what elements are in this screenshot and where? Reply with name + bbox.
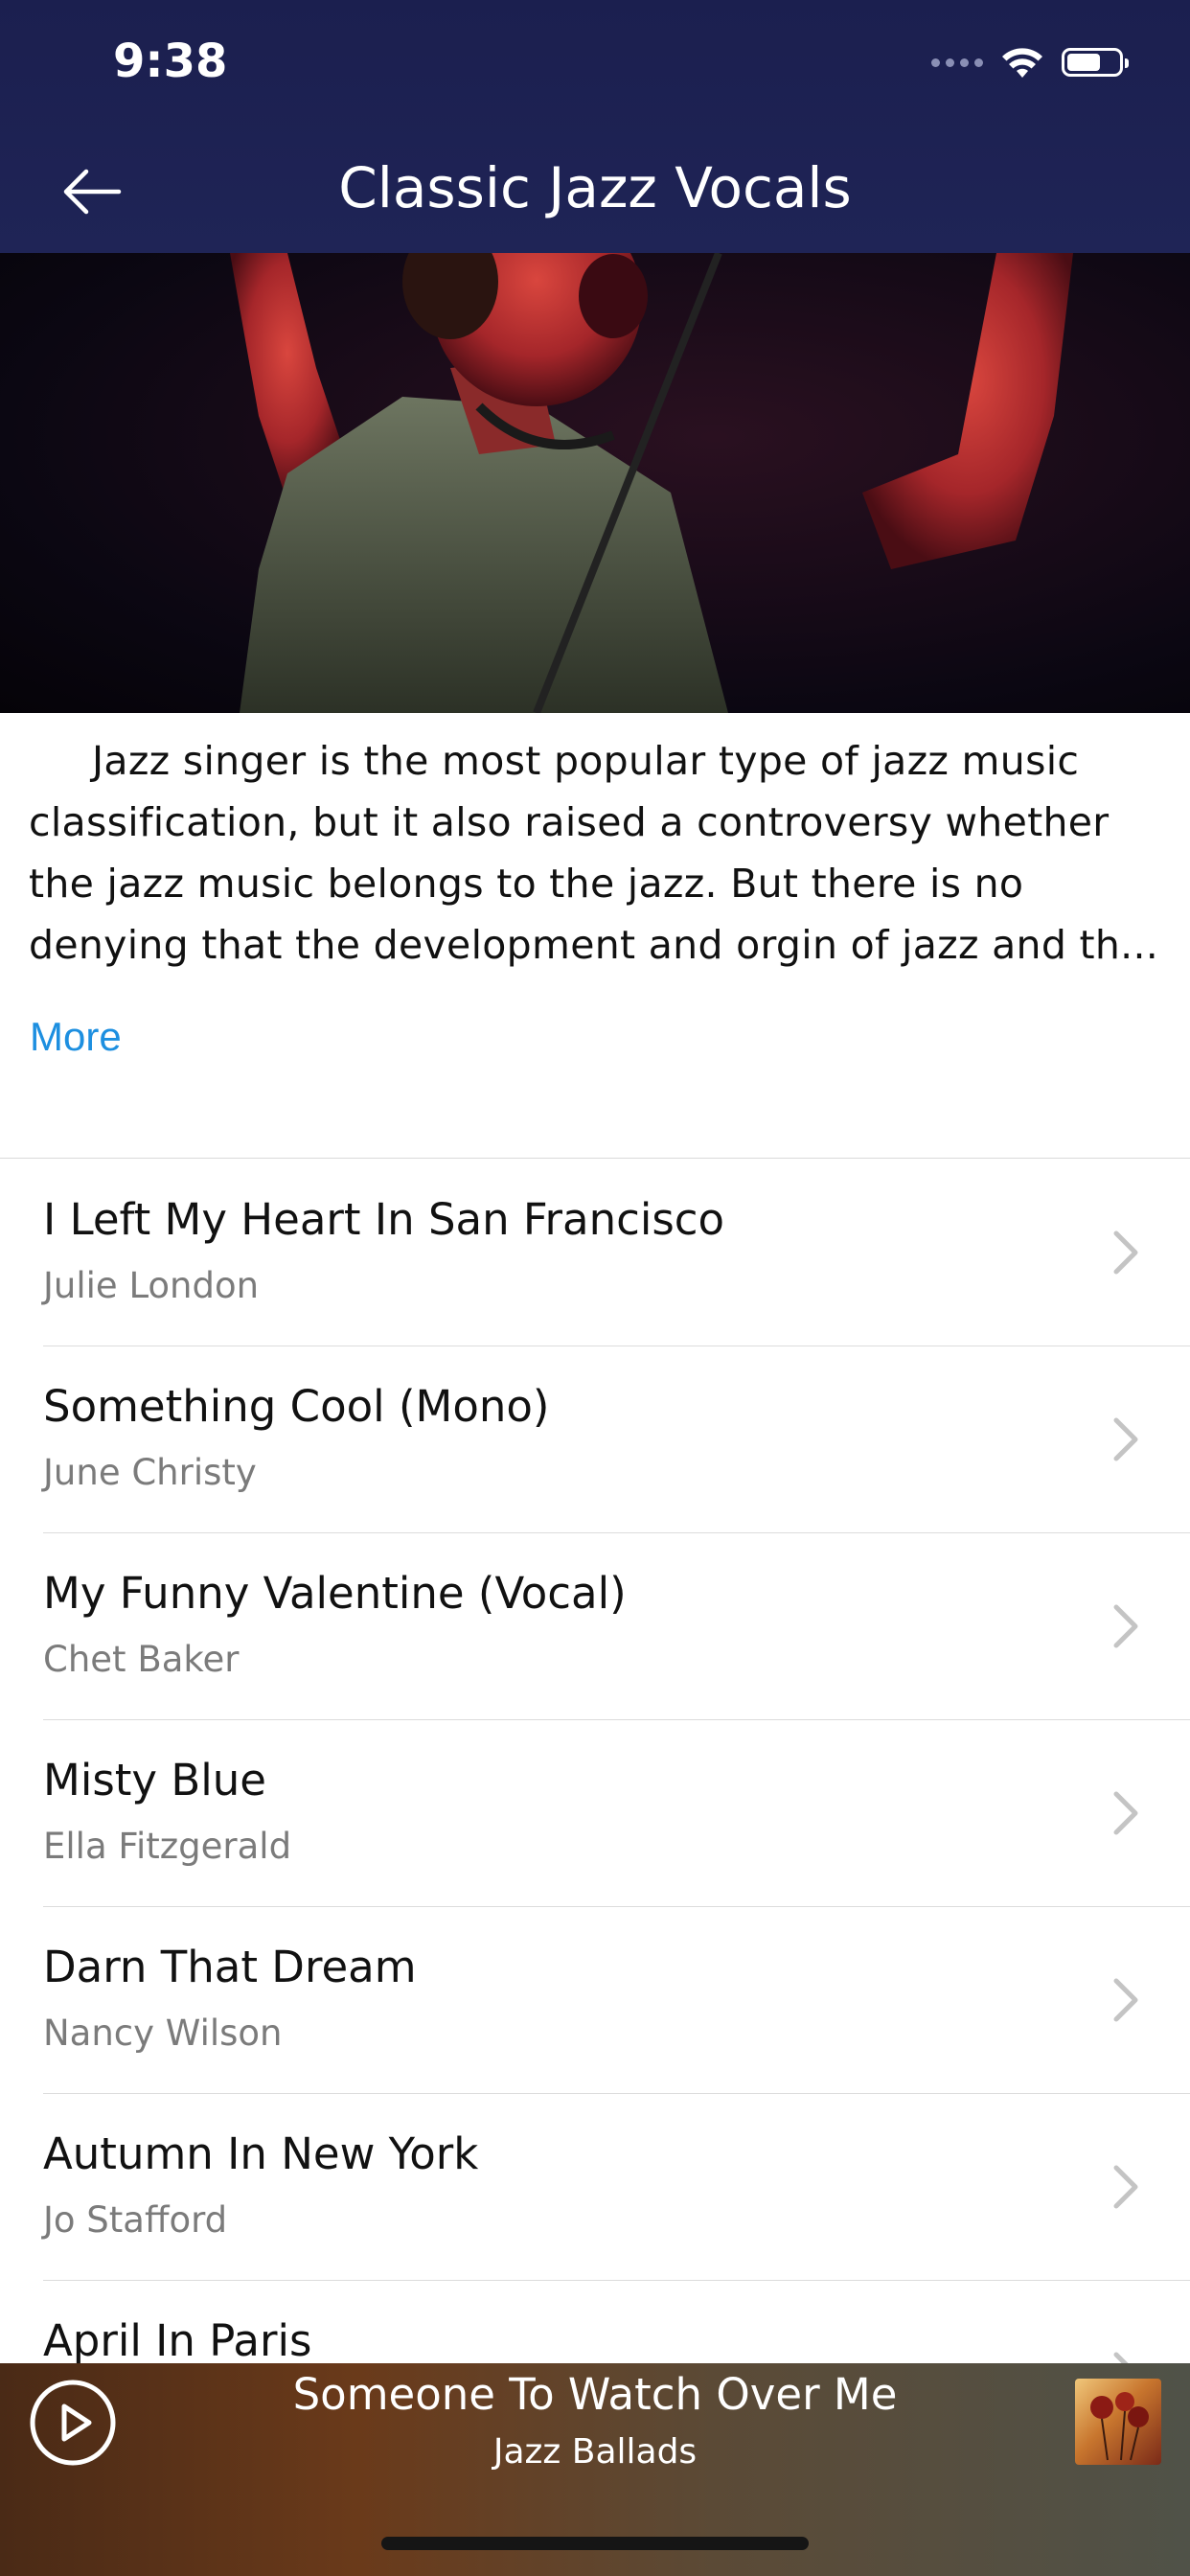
track-title: I Left My Heart In San Francisco	[43, 1194, 725, 1245]
header-bar: 9:38 Classic Jazz Vocals	[0, 0, 1190, 253]
track-row[interactable]: Misty Blue Ella Fitzgerald	[0, 1720, 1190, 1907]
track-row[interactable]: I Left My Heart In San Francisco Julie L…	[0, 1160, 1190, 1346]
chevron-right-icon	[1113, 1978, 1138, 2022]
battery-icon	[1062, 48, 1129, 77]
chevron-right-icon	[1113, 1417, 1138, 1461]
page-title: Classic Jazz Vocals	[338, 155, 852, 220]
track-artist: Chet Baker	[43, 1639, 240, 1680]
chevron-right-icon	[1113, 1791, 1138, 1835]
home-indicator	[381, 2537, 809, 2550]
status-time: 9:38	[113, 34, 228, 88]
album-cover[interactable]	[1075, 2379, 1161, 2465]
track-artist: Julie London	[43, 1265, 260, 1306]
divider	[0, 1158, 1190, 1159]
now-playing-title: Someone To Watch Over Me	[292, 2369, 898, 2420]
status-icons	[931, 42, 1129, 82]
chevron-right-icon	[1113, 1230, 1138, 1275]
track-title: Autumn In New York	[43, 2128, 479, 2179]
hero-image	[0, 253, 1190, 713]
wifi-icon	[1002, 48, 1042, 78]
track-row[interactable]: Something Cool (Mono) June Christy	[0, 1346, 1190, 1533]
now-playing-album: Jazz Ballads	[492, 2432, 698, 2472]
track-row[interactable]: Autumn In New York Jo Stafford	[0, 2094, 1190, 2281]
track-row[interactable]: My Funny Valentine (Vocal) Chet Baker	[0, 1533, 1190, 1720]
track-title: Misty Blue	[43, 1755, 266, 1806]
track-title: April In Paris	[43, 2315, 312, 2366]
track-title: Something Cool (Mono)	[43, 1381, 550, 1432]
track-row[interactable]: Darn That Dream Nancy Wilson	[0, 1907, 1190, 2094]
track-artist: Ella Fitzgerald	[43, 1826, 292, 1867]
signal-icon	[931, 58, 983, 67]
track-title: My Funny Valentine (Vocal)	[43, 1568, 627, 1619]
track-title: Darn That Dream	[43, 1942, 417, 1992]
track-artist: June Christy	[43, 1452, 257, 1493]
mini-player[interactable]: Someone To Watch Over Me Jazz Ballads	[0, 2363, 1190, 2576]
track-artist: Nancy Wilson	[43, 2012, 283, 2054]
chevron-right-icon	[1113, 1604, 1138, 1648]
chevron-right-icon	[1113, 2165, 1138, 2209]
track-artist: Jo Stafford	[43, 2199, 228, 2241]
playlist-description: Jazz singer is the most popular type of …	[29, 738, 1159, 968]
more-link[interactable]: More	[30, 1014, 122, 1060]
